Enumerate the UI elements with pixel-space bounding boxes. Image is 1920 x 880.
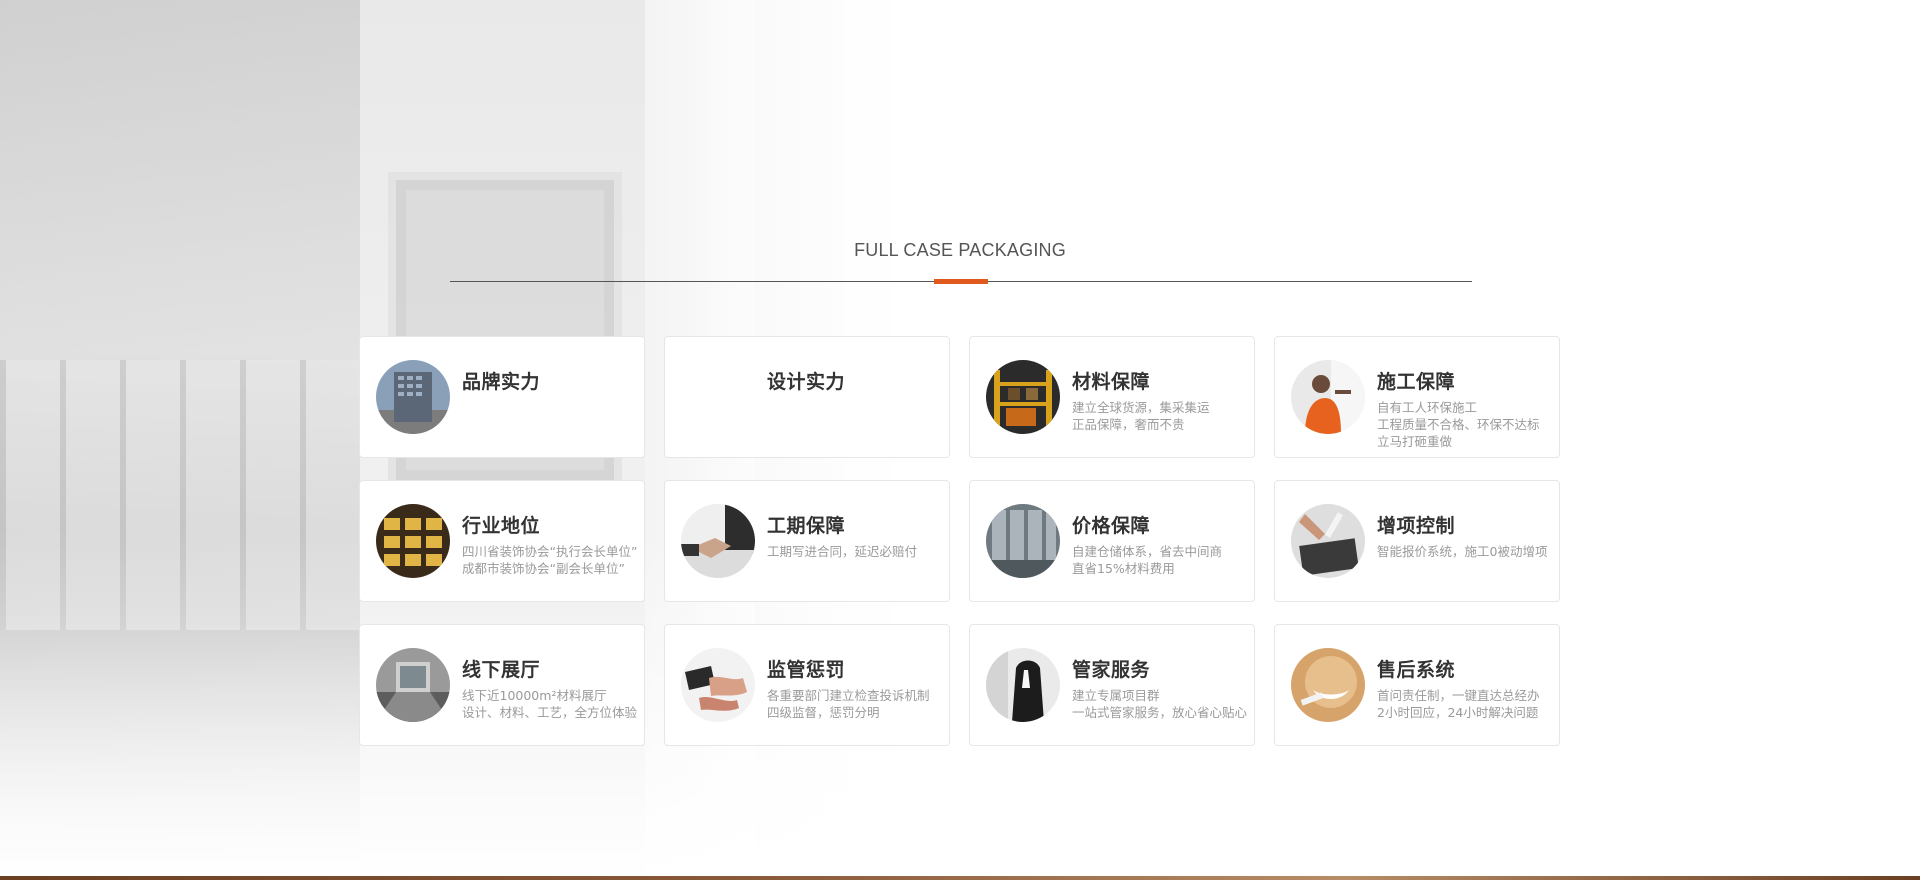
card-desc-line: 2小时回应，24小时解决问题 <box>1377 705 1539 720</box>
feature-card-design[interactable]: 设计实力 <box>664 336 950 458</box>
card-description: 建立全球货源，集采集运 正品保障，奢而不贵 <box>1072 399 1256 433</box>
card-desc-line: 立马打砸重做 <box>1377 434 1453 449</box>
showroom-icon <box>376 648 450 722</box>
card-desc-line: 四川省装饰协会“执行会长单位” <box>462 544 638 559</box>
calculator-icon <box>1291 504 1365 578</box>
card-description: 各重要部门建立检查投诉机制 四级监督，惩罚分明 <box>767 687 951 721</box>
card-title: 管家服务 <box>1072 659 1151 681</box>
card-title: 线下展厅 <box>462 659 541 681</box>
feature-card-butler[interactable]: 管家服务 建立专属项目群 一站式管家服务，放心省心贴心 <box>969 624 1255 746</box>
feature-grid: 品牌实力 设计实力 材料保障 建立全球货源，集采集运 正品保障，奢而不贵 施工保… <box>359 336 1560 746</box>
butler-icon <box>986 648 1060 722</box>
card-description: 首问责任制，一键直达总经办 2小时回应，24小时解决问题 <box>1377 687 1561 721</box>
worker-icon <box>1291 360 1365 434</box>
card-description: 建立专属项目群 一站式管家服务，放心省心贴心 <box>1072 687 1256 721</box>
card-desc-line: 工期写进合同，延迟必赔付 <box>767 544 918 559</box>
card-desc-line: 四级监督，惩罚分明 <box>767 705 880 720</box>
card-desc-line: 智能报价系统，施工0被动增项 <box>1377 544 1548 559</box>
award-wall-icon <box>376 504 450 578</box>
card-desc-line: 设计、材料、工艺，全方位体验 <box>462 705 638 720</box>
card-title: 监管惩罚 <box>767 659 846 681</box>
card-description: 工期写进合同，延迟必赔付 <box>767 543 951 560</box>
card-description: 自建仓储体系，省去中间商 直省15%材料费用 <box>1072 543 1256 577</box>
card-desc-line: 线下近10000m²材料展厅 <box>462 688 607 703</box>
feature-card-material[interactable]: 材料保障 建立全球货源，集采集运 正品保障，奢而不贵 <box>969 336 1255 458</box>
title-accent-bar <box>934 279 988 284</box>
card-desc-line: 直省15%材料费用 <box>1072 561 1175 576</box>
card-desc-line: 各重要部门建立检查投诉机制 <box>767 688 930 703</box>
feature-card-brand[interactable]: 品牌实力 <box>359 336 645 458</box>
feature-card-price[interactable]: 价格保障 自建仓储体系，省去中间商 直省15%材料费用 <box>969 480 1255 602</box>
glass-wall-icon <box>986 504 1060 578</box>
card-desc-line: 自建仓储体系，省去中间商 <box>1072 544 1223 559</box>
card-title: 材料保障 <box>1072 371 1151 393</box>
card-desc-line: 自有工人环保施工 <box>1377 400 1478 415</box>
card-description: 智能报价系统，施工0被动增项 <box>1377 543 1561 560</box>
card-title: 工期保障 <box>767 515 846 537</box>
feature-card-extra-control[interactable]: 增项控制 智能报价系统，施工0被动增项 <box>1274 480 1560 602</box>
card-title: 价格保障 <box>1072 515 1151 537</box>
section-title: FULL CASE PACKAGING <box>854 240 1066 260</box>
feature-card-supervision[interactable]: 监管惩罚 各重要部门建立检查投诉机制 四级监督，惩罚分明 <box>664 624 950 746</box>
building-icon <box>376 360 450 434</box>
card-desc-line: 正品保障，奢而不贵 <box>1072 417 1185 432</box>
card-desc-line: 建立专属项目群 <box>1072 688 1160 703</box>
card-title: 行业地位 <box>462 515 541 537</box>
feature-card-construction[interactable]: 施工保障 自有工人环保施工 工程质量不合格、环保不达标 立马打砸重做 <box>1274 336 1560 458</box>
bottom-border-strip <box>0 876 1920 880</box>
card-desc-line: 工程质量不合格、环保不达标 <box>1377 417 1540 432</box>
feature-card-showroom[interactable]: 线下展厅 线下近10000m²材料展厅 设计、材料、工艺，全方位体验 <box>359 624 645 746</box>
card-desc-line: 成都市装饰协会“副会长单位” <box>462 561 625 576</box>
card-title: 施工保障 <box>1377 371 1456 393</box>
card-desc-line: 一站式管家服务，放心省心贴心 <box>1072 705 1248 720</box>
card-title: 售后系统 <box>1377 659 1456 681</box>
handshake-icon <box>681 504 755 578</box>
card-desc-line: 建立全球货源，集采集运 <box>1072 400 1210 415</box>
warehouse-icon <box>986 360 1060 434</box>
feature-card-schedule[interactable]: 工期保障 工期写进合同，延迟必赔付 <box>664 480 950 602</box>
card-title: 增项控制 <box>1377 515 1456 537</box>
hands-icon <box>681 648 755 722</box>
feature-card-after-sales[interactable]: 售后系统 首问责任制，一键直达总经办 2小时回应，24小时解决问题 <box>1274 624 1560 746</box>
card-description: 线下近10000m²材料展厅 设计、材料、工艺，全方位体验 <box>462 687 646 721</box>
smile-icon <box>1291 648 1365 722</box>
card-desc-line: 首问责任制，一键直达总经办 <box>1377 688 1540 703</box>
card-description: 自有工人环保施工 工程质量不合格、环保不达标 立马打砸重做 <box>1377 399 1561 450</box>
feature-card-industry[interactable]: 行业地位 四川省装饰协会“执行会长单位” 成都市装饰协会“副会长单位” <box>359 480 645 602</box>
card-title: 品牌实力 <box>462 371 541 393</box>
card-title: 设计实力 <box>767 371 846 393</box>
card-description: 四川省装饰协会“执行会长单位” 成都市装饰协会“副会长单位” <box>462 543 646 577</box>
